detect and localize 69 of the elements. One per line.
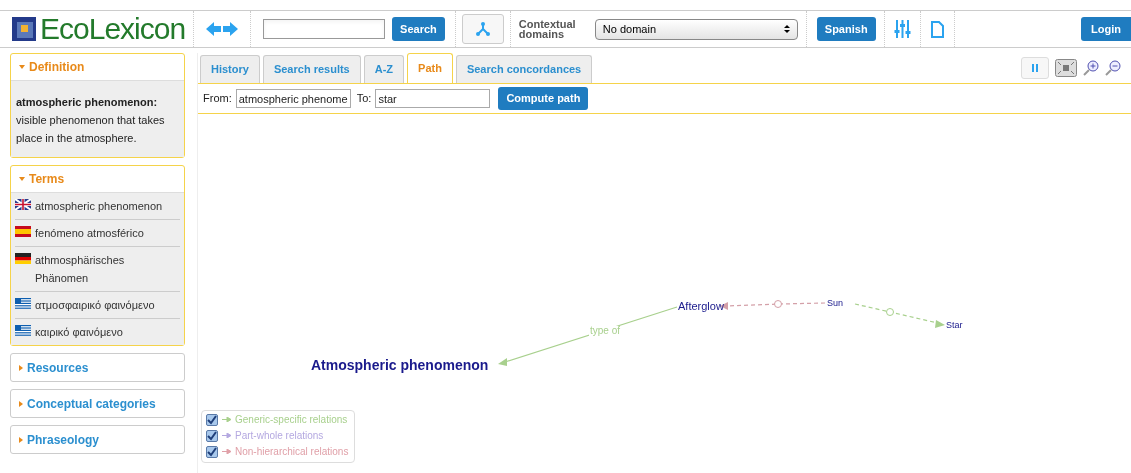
flag-icon — [15, 226, 31, 237]
caret-right-icon — [19, 400, 23, 407]
caret-down-icon — [19, 65, 25, 69]
logo-squares-icon — [12, 17, 36, 41]
tab[interactable]: History — [200, 55, 260, 83]
term-item[interactable]: fenómeno atmosférico — [15, 220, 180, 247]
panel-header[interactable]: Conceptual categories — [11, 390, 184, 417]
compute-path-button[interactable]: Compute path — [498, 87, 589, 110]
check-icon — [207, 430, 217, 441]
domain-select[interactable]: No domain — [594, 18, 798, 40]
flag-icon — [15, 325, 31, 336]
login-button[interactable]: Login — [1081, 17, 1131, 41]
search-button[interactable]: Search — [392, 17, 445, 41]
document-icon[interactable] — [930, 20, 944, 38]
check-icon — [207, 446, 217, 457]
tab[interactable]: Search concordances — [455, 55, 593, 83]
term-item[interactable]: atmospheric phenomenon — [15, 193, 180, 220]
zoom-out-icon[interactable] — [1105, 60, 1121, 76]
term-item[interactable]: καιρικό φαινόμενο — [15, 319, 180, 345]
legend-arrow-icon — [222, 433, 231, 438]
flag-icon — [15, 199, 31, 210]
concept-node[interactable]: Afterglow — [678, 300, 724, 312]
term-label: ατμοσφαιρικό φαινόμενο — [35, 298, 156, 313]
legend-label: Generic-specific relations — [235, 413, 348, 426]
to-label: To: — [356, 91, 372, 107]
tab[interactable]: Path — [407, 53, 453, 83]
flag-icon — [15, 253, 31, 264]
tab[interactable]: Search results — [262, 55, 361, 83]
tab[interactable]: A-Z — [363, 55, 405, 83]
term-item[interactable]: ατμοσφαιρικό φαινόμενο — [15, 292, 180, 319]
panel-header[interactable]: Phraseology — [11, 426, 184, 453]
term-label: καιρικό φαινόμενο — [35, 325, 124, 340]
legend-arrow-icon — [222, 449, 231, 454]
pause-button[interactable] — [1021, 57, 1049, 79]
graph-view-button[interactable] — [461, 14, 504, 44]
term-label: fenómeno atmosférico — [35, 226, 145, 241]
concept-node[interactable]: Atmospheric phenomenon — [311, 358, 489, 372]
network-icon — [474, 21, 491, 37]
term-label: atmospheric phenomenon — [35, 199, 164, 214]
term-label: athmosphärisches Phänomen — [35, 253, 126, 286]
panel-header[interactable]: Resources — [11, 354, 184, 381]
sliders-icon[interactable] — [893, 20, 911, 38]
logo-text: EcoLexicon — [40, 14, 186, 44]
definition-text: atmospheric phenomenon: visible phenomenon that takes place in the atmosphere. — [11, 81, 184, 157]
concept-node[interactable]: Star — [946, 320, 963, 330]
legend-label: Part-whole relations — [235, 429, 324, 442]
language-button[interactable]: Spanish — [816, 17, 876, 41]
term-item[interactable]: athmosphärisches Phänomen — [15, 247, 180, 292]
concept-node[interactable]: Sun — [827, 298, 843, 308]
contextual-domains-label: Contextual domains — [518, 19, 577, 39]
fit-screen-icon[interactable] — [1055, 59, 1077, 77]
legend-arrow-icon — [222, 417, 231, 422]
relation-label: type of — [589, 326, 622, 336]
to-field[interactable]: star — [375, 89, 491, 108]
zoom-in-icon[interactable] — [1083, 60, 1099, 76]
caret-right-icon — [19, 436, 23, 443]
updown-icon — [783, 25, 790, 33]
flag-icon — [15, 298, 31, 309]
caret-right-icon — [19, 364, 23, 371]
legend-checkbox[interactable] — [206, 429, 218, 442]
legend-label: Non-hierarchical relations — [235, 445, 349, 458]
from-label: From: — [203, 91, 232, 107]
caret-down-icon — [19, 177, 25, 181]
legend-checkbox[interactable] — [206, 445, 218, 458]
check-icon — [207, 414, 217, 425]
legend-checkbox[interactable] — [206, 413, 218, 426]
from-field[interactable]: atmospheric phenome — [235, 89, 351, 108]
pause-icon — [1032, 64, 1038, 72]
search-field[interactable] — [263, 19, 386, 39]
